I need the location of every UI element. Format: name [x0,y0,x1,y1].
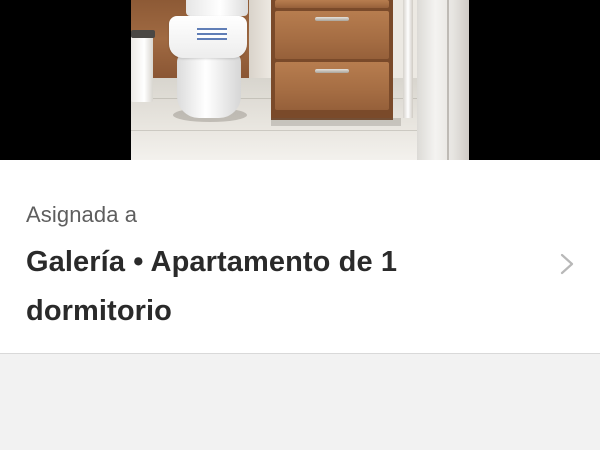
photo-toilet-tank [186,0,248,16]
assigned-listing-name: Galería • Apartamento de 1 dormitorio [26,246,398,327]
photo-toilet-sticker [197,28,227,40]
empty-content-area [0,354,600,450]
photo-trash-bin-lid [131,30,155,38]
chevron-right-icon[interactable] [559,253,575,275]
photo-strip[interactable] [0,0,600,160]
photo-drawer [275,62,389,110]
photo-toilet-base [177,52,241,118]
assignment-row[interactable]: Asignada a Galería • Apartamento de 1 do… [0,160,600,354]
photo-trash-bin [131,32,153,102]
photo-drawer-handle [315,17,349,21]
bathroom-photo[interactable] [131,0,469,160]
assigned-to-label: Asignada a [26,202,138,227]
photo-vanity-cabinet [271,0,393,120]
photo-glass-edge [447,0,449,160]
photo-drawer [275,11,389,59]
photo-drawer-handle [315,69,349,73]
photo-cabinet-shadow [271,118,401,126]
photo-wall-trim [403,0,413,118]
photo-drawer [275,0,389,8]
photo-glass-panel [417,0,469,160]
